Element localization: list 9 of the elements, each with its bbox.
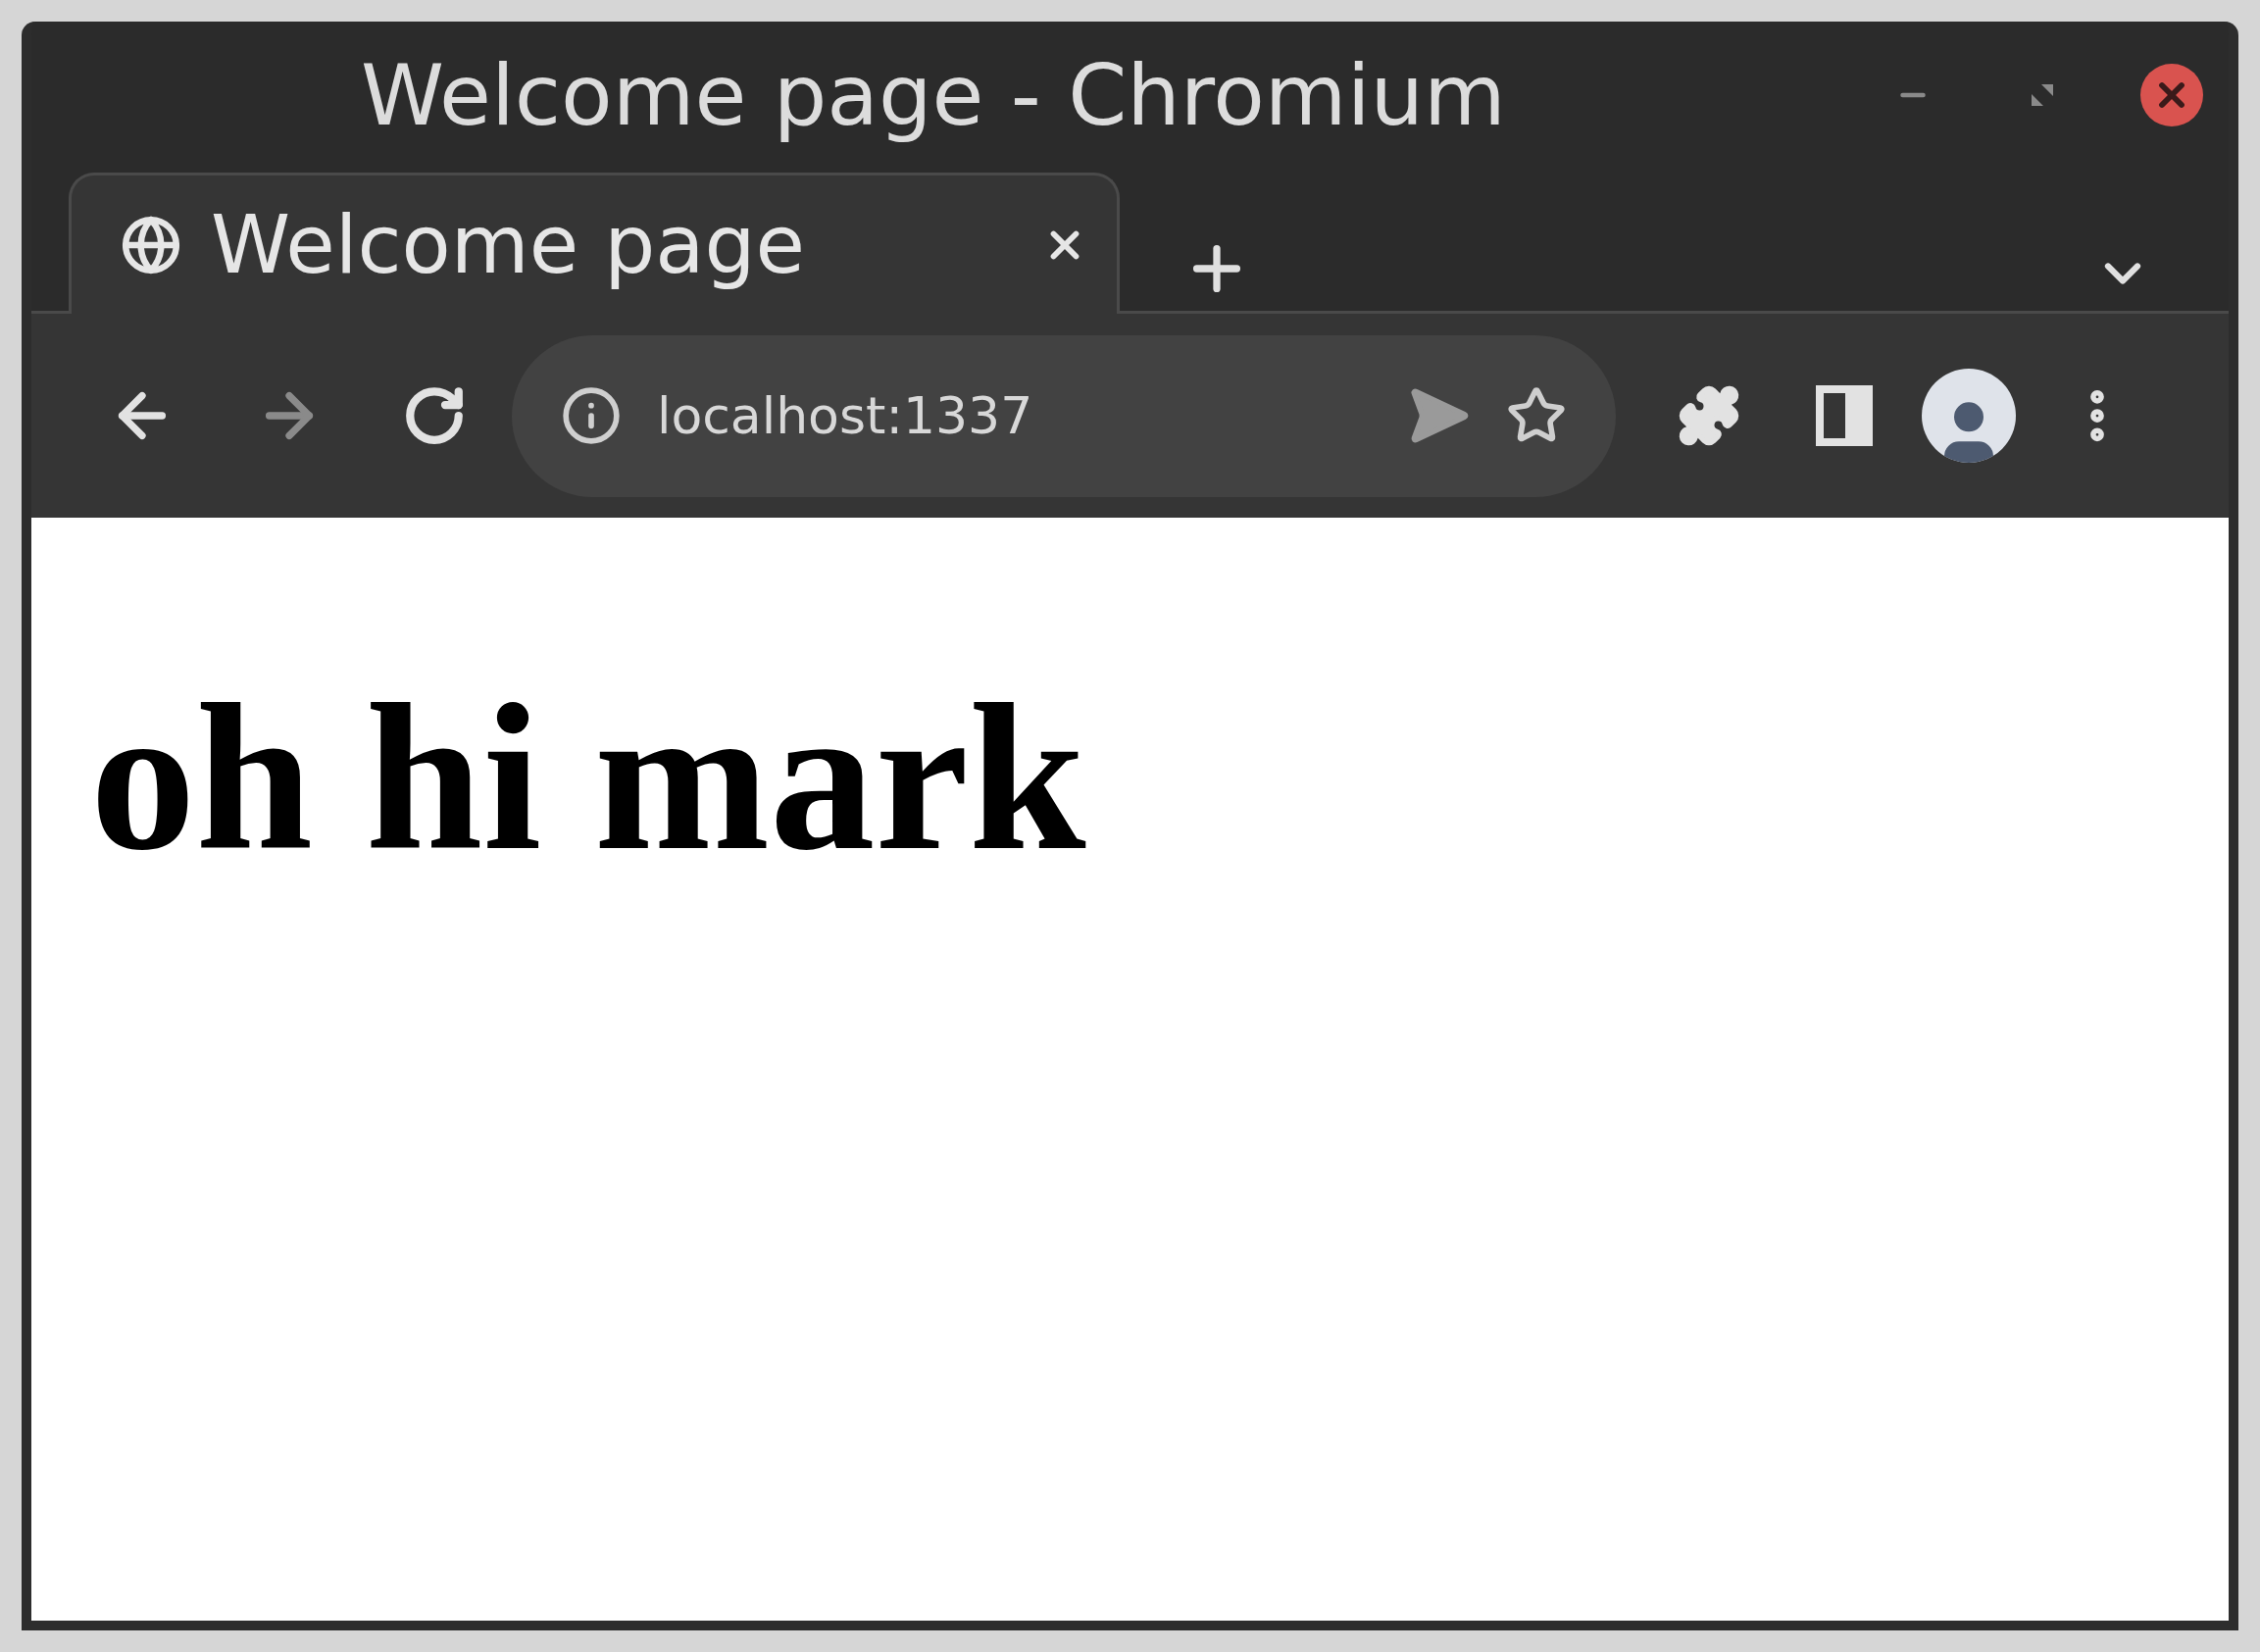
puzzle-icon[interactable] bbox=[1677, 383, 1741, 448]
browser-tab[interactable]: Welcome page bbox=[69, 173, 1120, 314]
globe-icon bbox=[121, 214, 181, 275]
side-panel-icon[interactable] bbox=[1816, 385, 1873, 446]
url-field[interactable]: localhost:1337 bbox=[657, 386, 1371, 445]
window-title: Welcome page - Chromium bbox=[361, 46, 1507, 144]
page-heading: oh hi mark bbox=[90, 659, 1087, 896]
address-bar[interactable]: localhost:1337 bbox=[512, 334, 1616, 497]
info-icon[interactable] bbox=[561, 385, 622, 446]
